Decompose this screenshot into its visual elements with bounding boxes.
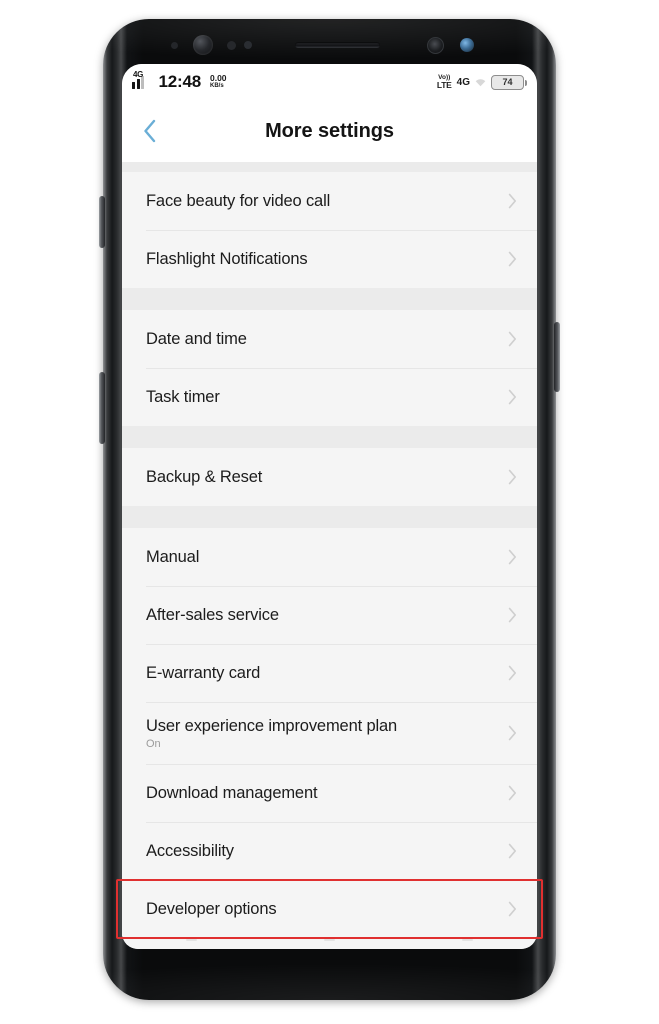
row-title: Download management: [146, 783, 318, 802]
phone-screen: 4G 12:48 0.00 KB/s Vo)) LTE 4G 74 More s…: [122, 64, 537, 949]
row-text: Face beauty for video call: [146, 192, 508, 211]
chevron-right-icon: [508, 251, 517, 267]
data-rate-value: 0.00: [209, 73, 227, 84]
group-time: Date and time Task timer: [122, 310, 537, 426]
chevron-right-icon: [508, 389, 517, 405]
row-title: Developer options: [146, 899, 277, 918]
settings-row-face-beauty-for-video-call[interactable]: Face beauty for video call: [122, 172, 537, 230]
group-separator: [122, 288, 537, 310]
row-title: Task timer: [146, 387, 220, 406]
nav-back-key[interactable]: [462, 939, 474, 941]
chevron-right-icon: [508, 843, 517, 859]
row-text: User experience improvement plan On: [146, 717, 508, 750]
row-title: User experience improvement plan: [146, 716, 398, 735]
settings-row-accessibility[interactable]: Accessibility: [122, 822, 537, 880]
volume-down-button[interactable]: [99, 372, 105, 444]
volume-up-button[interactable]: [99, 196, 105, 248]
front-camera-icon: [193, 35, 213, 55]
row-text: E-warranty card: [146, 664, 508, 683]
iris-scanner-icon: [227, 40, 236, 50]
settings-row-task-timer[interactable]: Task timer: [122, 368, 537, 426]
light-sensor-icon: [244, 41, 252, 49]
proximity-sensor-icon: [171, 41, 178, 49]
status-bar: 4G 12:48 0.00 KB/s Vo)) LTE 4G 74: [122, 64, 537, 100]
battery-level-text: 74: [502, 77, 513, 87]
chevron-right-icon: [508, 785, 517, 801]
row-text: Backup & Reset: [146, 468, 508, 487]
group-support: Manual After-sales service E-warranty card…: [122, 528, 537, 938]
data-network-label: 4G: [456, 76, 470, 88]
row-text: Accessibility: [146, 842, 508, 861]
row-title: After-sales service: [146, 605, 279, 624]
row-title: Face beauty for video call: [146, 191, 331, 210]
volte-icon: Vo)) LTE: [436, 74, 452, 90]
settings-row-backup-reset[interactable]: Backup & Reset: [122, 448, 537, 506]
chevron-right-icon: [508, 665, 517, 681]
settings-row-download-management[interactable]: Download management: [122, 764, 537, 822]
status-bar-right: Vo)) LTE 4G 74: [436, 74, 527, 90]
row-text: After-sales service: [146, 606, 508, 625]
app-header: More settings: [122, 100, 537, 162]
settings-row-developer-options[interactable]: Developer options: [122, 880, 537, 938]
phone-sensor-strip: [127, 26, 532, 64]
signal-network-type-label: 4G: [133, 69, 144, 79]
row-text: Flashlight Notifications: [146, 250, 508, 269]
group-separator: [122, 162, 537, 172]
chevron-right-icon: [508, 549, 517, 565]
group-separator: [122, 506, 537, 528]
row-title: E-warranty card: [146, 663, 261, 682]
row-text: Manual: [146, 548, 508, 567]
data-rate-indicator: 0.00 KB/s: [210, 74, 227, 89]
battery-icon: 74: [491, 74, 527, 90]
power-button[interactable]: [554, 322, 560, 392]
row-title: Backup & Reset: [146, 467, 263, 486]
volte-bottom-label: LTE: [436, 80, 452, 90]
settings-row-date-and-time[interactable]: Date and time: [122, 310, 537, 368]
infrared-blaster-icon: [427, 36, 444, 54]
status-bar-left: 4G 12:48 0.00 KB/s: [132, 70, 227, 92]
settings-row-flashlight-notifications[interactable]: Flashlight Notifications: [122, 230, 537, 288]
row-text: Developer options: [146, 900, 508, 919]
settings-list: Face beauty for video call Flashlight Not…: [122, 162, 537, 938]
chevron-right-icon: [508, 901, 517, 917]
group-video-call: Face beauty for video call Flashlight Not…: [122, 172, 537, 288]
settings-row-user-experience-improvement-plan[interactable]: User experience improvement plan On: [122, 702, 537, 764]
group-backup: Backup & Reset: [122, 448, 537, 506]
nav-home-key[interactable]: [323, 939, 335, 941]
row-text: Date and time: [146, 330, 508, 349]
row-subtitle: On: [146, 737, 161, 750]
wifi-icon: [475, 78, 486, 86]
data-rate-unit: KB/s: [209, 83, 224, 90]
row-text: Download management: [146, 784, 508, 803]
page-title: More settings: [265, 119, 394, 142]
notification-led-icon: [460, 38, 474, 52]
chevron-right-icon: [508, 469, 517, 485]
status-bar-clock: 12:48: [158, 72, 202, 91]
navigation-bar: [122, 931, 537, 949]
settings-row-e-warranty-card[interactable]: E-warranty card: [122, 644, 537, 702]
earpiece-speaker-icon: [295, 42, 380, 48]
chevron-right-icon: [508, 607, 517, 623]
chevron-right-icon: [508, 331, 517, 347]
chevron-right-icon: [508, 193, 517, 209]
signal-bars-icon: 4G: [132, 70, 150, 89]
row-title: Flashlight Notifications: [146, 249, 308, 268]
row-title: Manual: [146, 547, 200, 566]
chevron-right-icon: [508, 725, 517, 741]
settings-row-after-sales-service[interactable]: After-sales service: [122, 586, 537, 644]
group-separator: [122, 426, 537, 448]
row-text: Task timer: [146, 388, 508, 407]
row-title: Accessibility: [146, 841, 234, 860]
settings-row-manual[interactable]: Manual: [122, 528, 537, 586]
row-title: Date and time: [146, 329, 247, 348]
nav-recents-key[interactable]: [185, 939, 197, 941]
